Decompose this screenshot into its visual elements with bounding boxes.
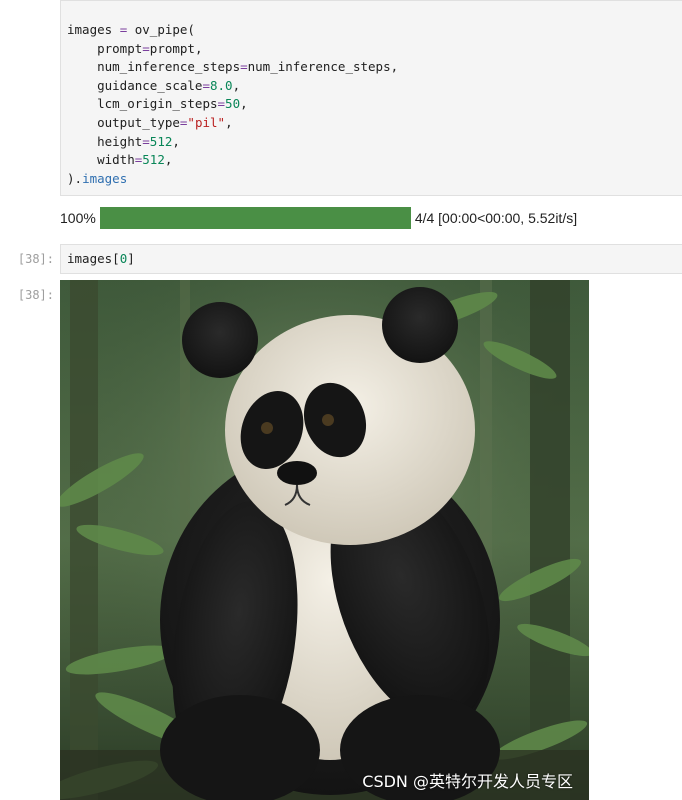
panda-illustration <box>60 280 589 800</box>
code-token: , <box>172 133 180 149</box>
progress-status: 4/4 [00:00<00:00, 5.52it/s] <box>414 210 578 226</box>
code-token: , <box>240 96 248 112</box>
code-line: ).images <box>67 170 682 189</box>
code-token: = <box>217 96 226 112</box>
code-token: ). <box>67 170 83 186</box>
code-line: prompt=prompt, <box>67 40 682 59</box>
code-line: height=512, <box>67 133 682 152</box>
code-token: 512 <box>149 133 173 149</box>
code-line: images = ov_pipe( <box>67 21 682 40</box>
code-cell-images[interactable]: images[0] <box>60 244 682 274</box>
output-prompt: [38]: <box>17 288 54 302</box>
code-token: , <box>232 77 241 93</box>
code-token: 8.0 <box>210 77 233 93</box>
code-token: num_inference_steps, <box>247 59 399 75</box>
code-token: 512 <box>142 152 165 168</box>
output-image-panda: CSDN @英特尔开发人员专区 <box>60 280 589 800</box>
code-token: 50 <box>225 96 241 112</box>
code-token: width <box>67 152 135 168</box>
code-token: = <box>202 77 210 93</box>
code-token: = <box>142 40 150 56</box>
code-line: num_inference_steps=num_inference_steps, <box>67 58 682 77</box>
code-token: ov_pipe( <box>127 22 195 37</box>
code-line: width=512, <box>67 151 682 170</box>
code-token: "pil" <box>187 114 226 130</box>
code-token: lcm_origin_steps <box>67 96 218 112</box>
code-line: output_type="pil", <box>67 114 682 133</box>
code-cell-pipeline[interactable]: images = ov_pipe( prompt=prompt, num_inf… <box>60 0 682 196</box>
code-editor[interactable]: images[0] <box>61 245 682 273</box>
code-token: images <box>67 22 120 37</box>
progress-output: 100% 4/4 [00:00<00:00, 5.52it/s] <box>60 205 680 231</box>
code-text: ] <box>127 251 135 266</box>
code-token: , <box>164 152 173 168</box>
code-editor[interactable]: images = ov_pipe( prompt=prompt, num_inf… <box>61 21 682 188</box>
progress-bar-fill <box>99 207 411 229</box>
code-line: lcm_origin_steps=50, <box>67 95 682 114</box>
code-token: , <box>225 114 233 130</box>
watermark-text: CSDN @英特尔开发人员专区 <box>362 772 573 791</box>
code-line: guidance_scale=8.0, <box>67 77 682 96</box>
code-text: images[ <box>67 251 120 266</box>
input-prompt: [38]: <box>17 252 54 266</box>
progress-percent: 100% <box>60 210 96 226</box>
code-token: guidance_scale <box>67 77 203 93</box>
code-token: num_inference_steps <box>67 59 241 75</box>
code-token: prompt, <box>149 40 203 56</box>
code-token: = <box>240 59 248 75</box>
code-token: prompt <box>67 40 143 56</box>
code-token: height <box>67 133 143 149</box>
code-token: images <box>82 170 128 186</box>
code-token: output_type <box>67 114 180 130</box>
progress-bar <box>99 207 411 229</box>
code-token: = <box>142 133 150 149</box>
